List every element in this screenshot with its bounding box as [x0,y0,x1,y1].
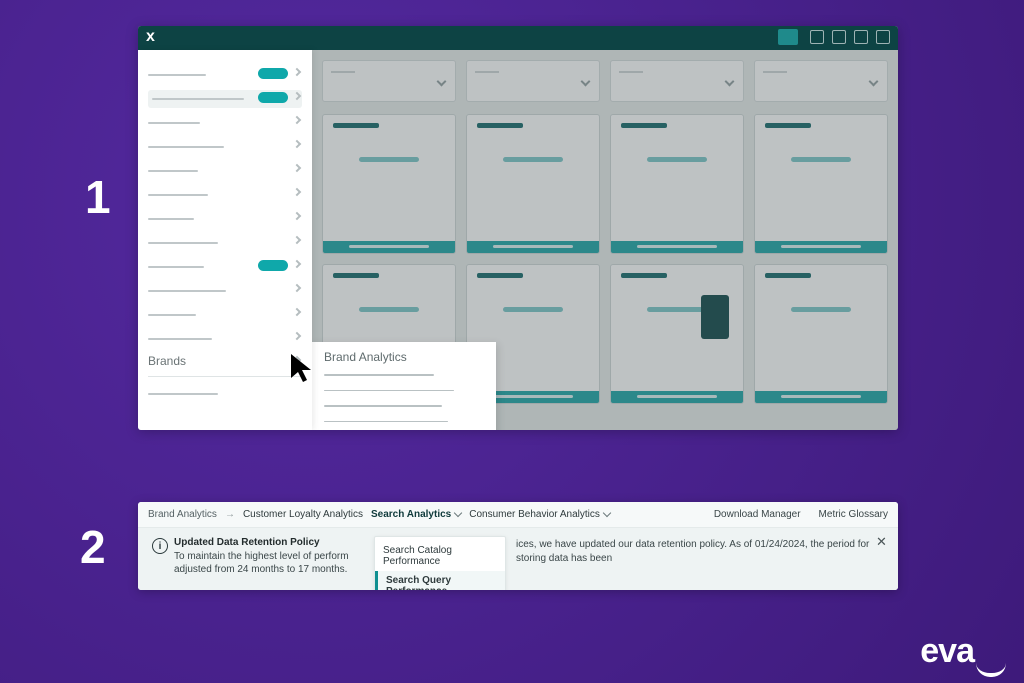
eva-logo: eva [920,632,1006,671]
chevron-down-icon [725,77,735,87]
sidebar-item[interactable] [148,90,302,108]
chevron-right-icon [293,332,301,340]
tab-consumer-behavior[interactable]: Consumer Behavior Analytics [469,509,610,520]
topbar-icon-group [810,30,890,44]
chevron-right-icon [293,308,301,316]
mouse-cursor-icon [288,352,318,386]
new-badge [258,68,288,79]
dropdown-option-catalog[interactable]: Search Catalog Performance [375,541,505,571]
breadcrumb-root[interactable]: Brand Analytics [148,509,217,520]
logo-wave-icon [976,663,1006,677]
close-icon[interactable]: x [146,28,155,46]
dashboard-card[interactable] [322,114,456,254]
banner-title: Updated Data Retention Policy [174,536,364,550]
sidebar-item[interactable] [148,385,302,403]
sidebar-item[interactable] [148,186,302,204]
topbar-icon[interactable] [854,30,868,44]
chevron-down-icon [869,77,879,87]
topbar-icon[interactable] [876,30,890,44]
info-icon: i [152,538,168,554]
new-badge [258,92,288,103]
sidebar-item[interactable] [148,210,302,228]
filter-dropdown[interactable] [754,60,888,102]
topbar-search-icon[interactable] [778,29,798,45]
sidebar-item[interactable] [148,330,302,348]
tab-label: Consumer Behavior Analytics [469,509,600,520]
sidebar-item[interactable] [148,234,302,252]
sidebar-item[interactable] [148,138,302,156]
dashboard-card[interactable] [466,114,600,254]
search-analytics-dropdown: Search Catalog Performance Search Query … [374,536,506,590]
panel-2-brand-analytics: Brand Analytics → Customer Loyalty Analy… [138,502,898,590]
breadcrumb-arrow-icon: → [225,509,235,520]
panel1-body: Brands Brand Analytics [138,50,898,430]
logo-text: eva [920,632,974,671]
sidebar-separator [148,376,302,377]
banner-text-left: Updated Data Retention Policy To maintai… [174,536,364,577]
step-1-number: 1 [85,170,111,224]
metric-glossary-link[interactable]: Metric Glossary [819,509,888,520]
topbar-icon[interactable] [832,30,846,44]
tab-customer-loyalty[interactable]: Customer Loyalty Analytics [243,509,363,520]
chevron-right-icon [293,68,301,76]
dropdown-option-query[interactable]: Search Query Performance [375,571,505,590]
chevron-right-icon [293,260,301,268]
flyout-item[interactable] [324,374,434,376]
filter-dropdown[interactable] [466,60,600,102]
sidebar-brands-label: Brands [148,354,186,368]
dashboard-card[interactable] [610,114,744,254]
chevron-right-icon [293,140,301,148]
flyout-item[interactable] [324,390,454,392]
topbar-icon[interactable] [810,30,824,44]
analytics-nav-bar: Brand Analytics → Customer Loyalty Analy… [138,502,898,528]
chevron-down-icon [581,77,591,87]
chevron-down-icon [603,509,611,517]
chevron-right-icon [293,116,301,124]
flyout-item[interactable] [324,405,442,407]
flyout-title: Brand Analytics [324,350,484,364]
banner-close-icon[interactable]: ✕ [876,536,888,548]
filter-row [322,60,888,102]
sidebar-item[interactable] [148,114,302,132]
chevron-right-icon [293,284,301,292]
chevron-down-icon [437,77,447,87]
sidebar-item[interactable] [148,66,302,84]
tab-search-analytics[interactable]: Search Analytics [371,509,461,520]
sidebar-item-brands[interactable]: Brands [148,354,302,368]
sidebar-item[interactable] [148,306,302,324]
chevron-right-icon [293,92,301,100]
info-banner: i Updated Data Retention Policy To maint… [138,528,898,590]
sidebar-item[interactable] [148,258,302,276]
flyout-item[interactable] [324,421,448,423]
dashboard-card[interactable] [754,264,888,404]
dashboard-card[interactable] [610,264,744,404]
sidebar-item[interactable] [148,282,302,300]
tab-label: Search Analytics [371,509,451,520]
chevron-down-icon [454,509,462,517]
panel-1-seller-central: x [138,26,898,430]
step-2-number: 2 [80,520,106,574]
new-badge [258,260,288,271]
sidebar-item[interactable] [148,162,302,180]
dashboard-card[interactable] [754,114,888,254]
chevron-right-icon [293,236,301,244]
banner-line1: To maintain the highest level of perform [174,551,349,562]
chevron-right-icon [293,212,301,220]
filter-dropdown[interactable] [322,60,456,102]
download-manager-link[interactable]: Download Manager [714,509,801,520]
banner-line2: adjusted from 24 months to 17 months. [174,564,347,575]
brands-flyout-menu: Brand Analytics [312,342,496,430]
chevron-right-icon [293,164,301,172]
filter-dropdown[interactable] [610,60,744,102]
chevron-right-icon [293,188,301,196]
main-nav-sidebar: Brands [138,50,312,430]
banner-text-right: ices, we have updated our data retention… [516,536,888,565]
panel1-topbar: x [138,26,898,50]
